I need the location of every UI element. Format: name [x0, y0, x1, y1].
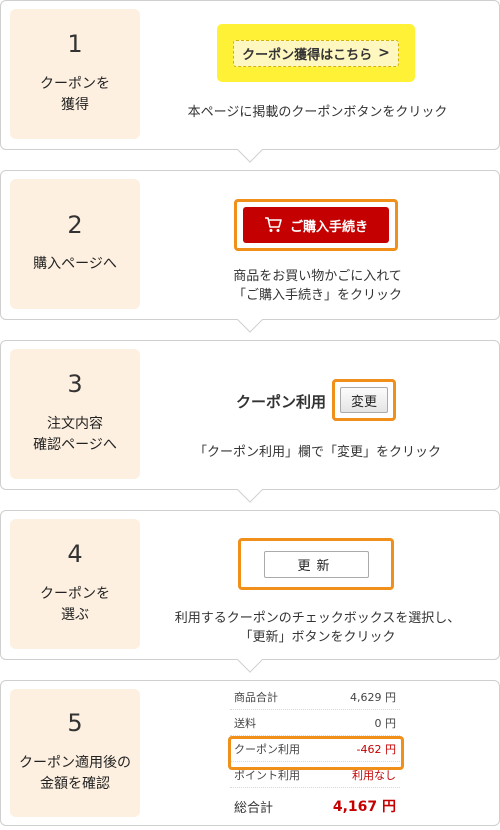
summary-row-shipping: 送料 0 円	[230, 710, 400, 736]
total-value: 4,167 円	[332, 799, 396, 815]
step-3-description: 「クーポン利用」欄で「変更」をクリック	[193, 445, 441, 460]
step-2-badge: 2 購入ページへ	[10, 179, 140, 309]
cart-icon	[264, 217, 282, 232]
step-label: 注文内容 確認ページへ	[33, 415, 117, 454]
summary-label: 商品合計	[234, 690, 278, 704]
step-label: クーポン適用後の 金額を確認	[19, 754, 131, 793]
step-number: 5	[67, 709, 83, 738]
summary-row-subtotal: 商品合計 4,629 円	[230, 684, 400, 710]
step-1-description: 本ページに掲載のクーポンボタンをクリック	[187, 105, 448, 120]
summary-label: 送料	[234, 716, 256, 730]
step-4-description: 利用するクーポンのチェックボックスを選択し、 「更新」ボタンをクリック	[174, 611, 461, 645]
coupon-use-label: クーポン利用	[236, 393, 327, 411]
step-arrow	[237, 307, 263, 333]
step-arrow	[237, 647, 263, 673]
step-1-badge: 1 クーポンを 獲得	[10, 9, 140, 139]
step-2-description: 商品をお買い物かごに入れて 「ご購入手続き」をクリック	[232, 269, 402, 303]
coupon-tag: クーポン獲得はこちら >	[233, 39, 399, 67]
step-number: 3	[67, 370, 83, 399]
highlight-frame	[228, 736, 404, 770]
total-label: 総合計	[234, 800, 274, 816]
summary-row-total: 総合計 4,167 円	[230, 788, 400, 824]
step-arrow	[237, 477, 263, 503]
coupon-acquire-banner[interactable]: クーポン獲得はこちら >	[217, 24, 415, 82]
purchase-button[interactable]: ご購入手続き	[243, 207, 389, 243]
coupon-banner-label: クーポン獲得はこちら	[242, 47, 373, 63]
step-number: 4	[67, 540, 83, 569]
step-5-badge: 5 クーポン適用後の 金額を確認	[10, 689, 140, 817]
chevron-right-icon: >	[378, 45, 390, 61]
update-button[interactable]: 更新	[264, 551, 369, 578]
step-label: クーポンを 選ぶ	[40, 585, 110, 624]
step-3-badge: 3 注文内容 確認ページへ	[10, 349, 140, 479]
summary-value: 0 円	[374, 716, 397, 730]
step-number: 1	[67, 30, 83, 59]
purchase-button-label: ご購入手続き	[289, 219, 368, 235]
step-label: クーポンを 獲得	[40, 75, 110, 114]
step-arrow	[237, 137, 263, 163]
step-label: 購入ページへ	[33, 256, 117, 273]
change-button[interactable]: 変更	[340, 387, 388, 413]
summary-value: 4,629 円	[350, 690, 396, 704]
step-number: 2	[67, 210, 83, 239]
step-4-badge: 4 クーポンを 選ぶ	[10, 519, 140, 649]
step-3-card: 3 注文内容 確認ページへ	[0, 340, 500, 503]
